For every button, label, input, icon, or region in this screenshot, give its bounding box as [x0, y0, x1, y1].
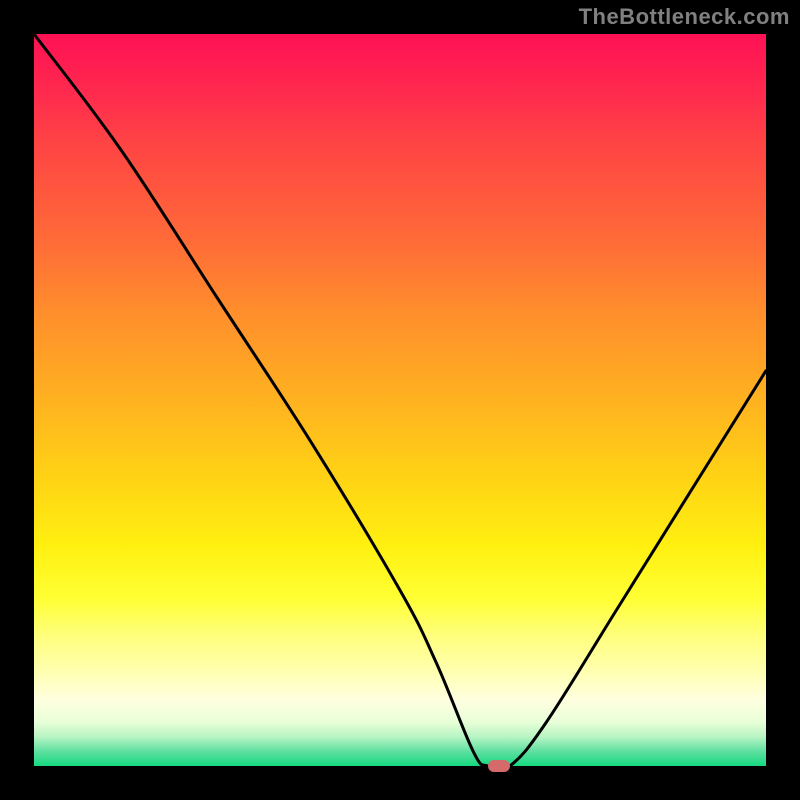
bottleneck-curve [34, 34, 766, 766]
plot-area [34, 34, 766, 766]
chart-frame: TheBottleneck.com [0, 0, 800, 800]
optimal-point-marker [488, 760, 510, 772]
attribution-watermark: TheBottleneck.com [579, 4, 790, 30]
